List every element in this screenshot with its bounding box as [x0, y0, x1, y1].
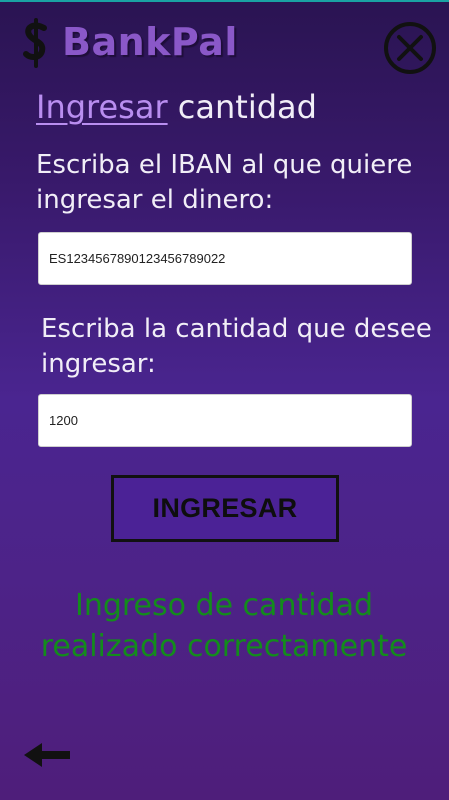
close-icon[interactable] [382, 20, 438, 76]
app-brand-name: BankPal [62, 20, 238, 64]
iban-label: Escriba el IBAN al que quiere ingresar e… [36, 150, 413, 215]
amount-input[interactable] [38, 394, 412, 447]
page-title: Ingresar cantidad [36, 88, 317, 126]
amount-label: Escriba la cantidad que desee ingresar: [41, 314, 432, 379]
arrow-left-icon[interactable] [22, 740, 72, 770]
page-title-highlight: Ingresar [36, 88, 168, 126]
page-title-rest: cantidad [167, 88, 317, 126]
iban-input[interactable] [38, 232, 412, 285]
success-message: Ingreso de cantidad realizado correctame… [40, 588, 408, 664]
bank-dollar-icon [23, 18, 47, 68]
submit-deposit-button[interactable]: INGRESAR [111, 475, 339, 542]
